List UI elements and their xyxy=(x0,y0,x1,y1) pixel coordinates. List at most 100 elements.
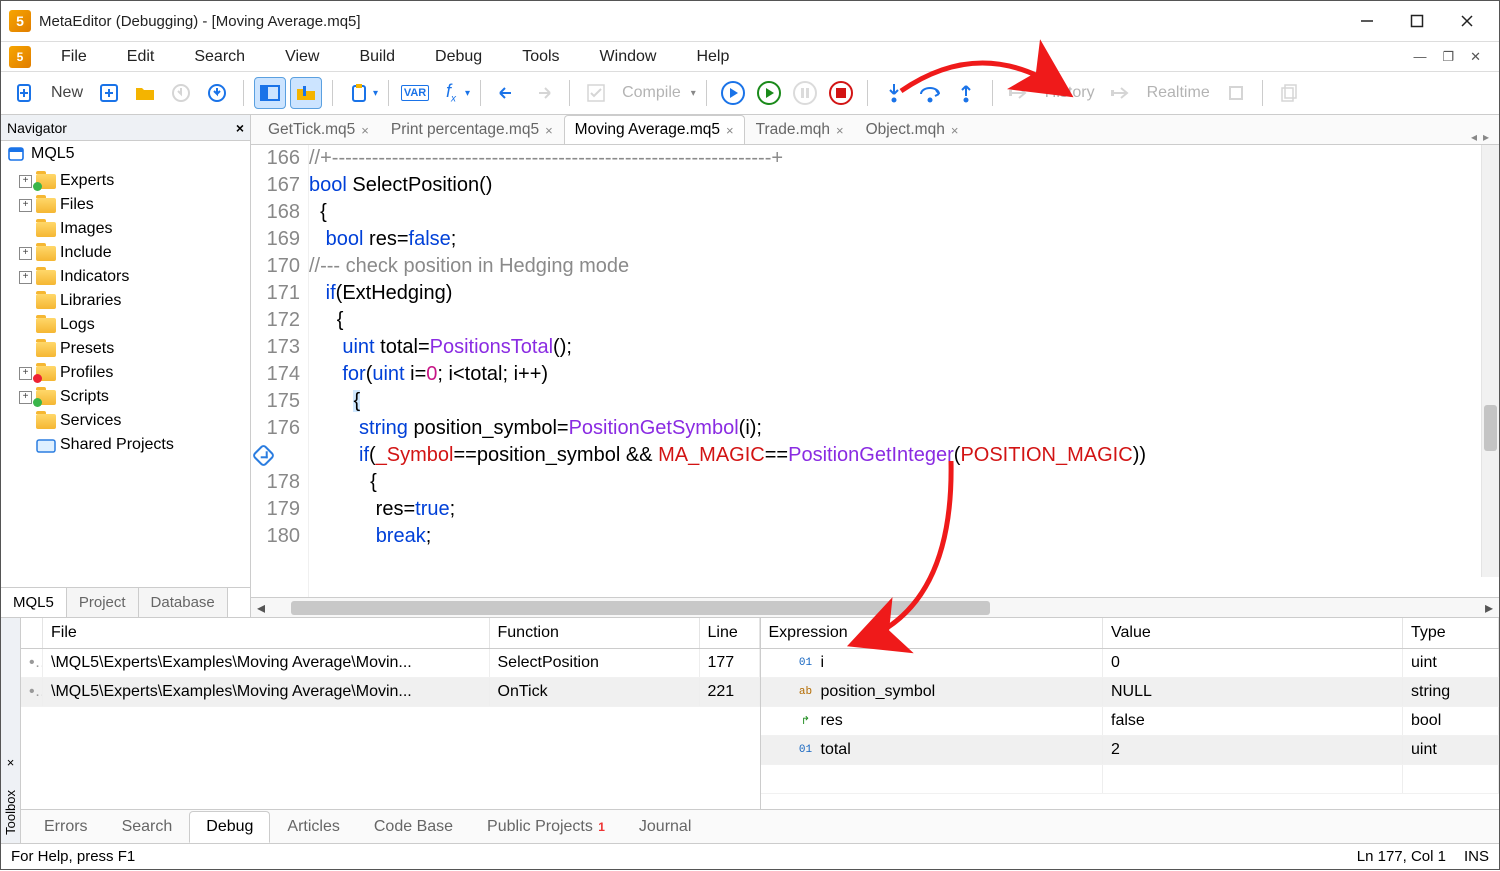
maximize-button[interactable] xyxy=(1405,9,1429,33)
menu-window[interactable]: Window xyxy=(580,44,677,69)
toolbox-close-button[interactable]: × xyxy=(7,751,15,774)
open-button[interactable] xyxy=(129,77,161,109)
mdi-close-button[interactable]: ✕ xyxy=(1466,47,1485,67)
status-help: For Help, press F1 xyxy=(11,848,135,865)
nav-item-files[interactable]: +Files xyxy=(1,193,250,217)
nav-item-libraries[interactable]: Libraries xyxy=(1,289,250,313)
nav-tab-project[interactable]: Project xyxy=(67,588,139,617)
mdi-minimize-button[interactable]: ― xyxy=(1409,47,1430,67)
menu-build[interactable]: Build xyxy=(339,44,415,69)
nav-item-services[interactable]: Services xyxy=(1,409,250,433)
status-position: Ln 177, Col 1 xyxy=(1357,848,1446,865)
doc-tab[interactable]: Moving Average.mq5× xyxy=(564,115,745,144)
nav-item-shared-projects[interactable]: Shared Projects xyxy=(1,433,250,457)
realtime-icon xyxy=(1105,77,1137,109)
navigator-panel: Navigator× MQL5 +Experts+FilesImages+Inc… xyxy=(1,115,251,617)
watch-row[interactable]: 01total2uint xyxy=(761,736,1500,765)
window-title: MetaEditor (Debugging) - [Moving Average… xyxy=(39,13,1355,30)
tab-scroll-left[interactable]: ◂ xyxy=(1471,130,1477,144)
new-label[interactable]: New xyxy=(45,80,89,106)
stop-profile-button xyxy=(1220,77,1252,109)
tab-close-icon[interactable]: × xyxy=(545,123,553,138)
watch-row[interactable]: 01i0uint xyxy=(761,649,1500,678)
status-bar: For Help, press F1 Ln 177, Col 1 INS xyxy=(1,843,1499,869)
debug-stop-button[interactable] xyxy=(825,77,857,109)
new-file-button[interactable] xyxy=(9,77,41,109)
toolbox-tab-code-base[interactable]: Code Base xyxy=(357,811,470,843)
toolbar: New ▾ VAR fx ▾ Compile ▾ History Realtim… xyxy=(1,71,1499,115)
minimize-button[interactable] xyxy=(1355,9,1379,33)
toggle-navigator-button[interactable] xyxy=(254,77,286,109)
horizontal-scrollbar[interactable]: ◂▸ xyxy=(251,597,1499,617)
debug-start-button[interactable] xyxy=(717,77,749,109)
tab-close-icon[interactable]: × xyxy=(726,123,734,138)
nav-item-include[interactable]: +Include xyxy=(1,241,250,265)
doc-tab[interactable]: Object.mqh× xyxy=(855,115,970,144)
doc-tab[interactable]: Print percentage.mq5× xyxy=(380,115,564,144)
menu-file[interactable]: File xyxy=(41,44,107,69)
save-all-button[interactable] xyxy=(201,77,233,109)
app-menu-icon: 5 xyxy=(9,46,31,68)
step-out-button[interactable] xyxy=(950,77,982,109)
step-over-button[interactable] xyxy=(914,77,946,109)
toolbox-tab-journal[interactable]: Journal xyxy=(622,811,708,843)
debug-resume-button[interactable] xyxy=(753,77,785,109)
toolbox-tab-public-projects[interactable]: Public Projects 1 xyxy=(470,811,622,843)
nav-tab-database[interactable]: Database xyxy=(139,588,228,617)
doc-tab[interactable]: GetTick.mq5× xyxy=(257,115,380,144)
menu-edit[interactable]: Edit xyxy=(107,44,175,69)
nav-item-presets[interactable]: Presets xyxy=(1,337,250,361)
menu-tools[interactable]: Tools xyxy=(502,44,579,69)
menu-debug[interactable]: Debug xyxy=(415,44,502,69)
tab-close-icon[interactable]: × xyxy=(951,123,959,138)
navigator-root[interactable]: MQL5 xyxy=(1,141,250,167)
breakpoint-icon[interactable] xyxy=(251,443,275,467)
history-label: History xyxy=(1039,80,1101,106)
toolbox-tab-search[interactable]: Search xyxy=(105,811,190,843)
watch-row[interactable]: abposition_symbolNULLstring xyxy=(761,678,1500,707)
vertical-scrollbar[interactable] xyxy=(1481,145,1499,577)
nav-item-indicators[interactable]: +Indicators xyxy=(1,265,250,289)
status-insert-mode: INS xyxy=(1464,848,1489,865)
variables-button[interactable]: VAR xyxy=(399,77,431,109)
menu-help[interactable]: Help xyxy=(676,44,749,69)
nav-back-button[interactable] xyxy=(491,77,523,109)
functions-button[interactable]: fx xyxy=(435,77,467,109)
compile-check-button xyxy=(580,77,612,109)
step-into-button[interactable] xyxy=(878,77,910,109)
nav-tab-mql5[interactable]: MQL5 xyxy=(1,588,67,617)
nav-item-profiles[interactable]: +Profiles xyxy=(1,361,250,385)
history-icon xyxy=(1003,77,1035,109)
watch-row[interactable]: ↱resfalsebool xyxy=(761,707,1500,736)
save-button xyxy=(165,77,197,109)
code-editor[interactable]: 1661671681691701711721731741751761781791… xyxy=(251,145,1499,597)
mdi-restore-button[interactable]: ❐ xyxy=(1438,47,1458,67)
navigator-close-button[interactable]: × xyxy=(236,120,244,136)
clipboard-button[interactable] xyxy=(343,77,375,109)
tab-close-icon[interactable]: × xyxy=(361,123,369,138)
realtime-label: Realtime xyxy=(1141,80,1216,106)
callstack-grid[interactable]: File Function Line •\MQL5\Experts\Exampl… xyxy=(21,618,761,809)
callstack-row[interactable]: •\MQL5\Experts\Examples\Moving Average\M… xyxy=(21,678,760,707)
document-tabs: GetTick.mq5×Print percentage.mq5×Moving … xyxy=(251,115,1499,145)
doc-tab[interactable]: Trade.mqh× xyxy=(745,115,855,144)
menu-view[interactable]: View xyxy=(265,44,339,69)
watch-grid[interactable]: Expression Value Type 01i0uintabposition… xyxy=(761,618,1500,809)
callstack-row[interactable]: •\MQL5\Experts\Examples\Moving Average\M… xyxy=(21,649,760,678)
nav-item-images[interactable]: Images xyxy=(1,217,250,241)
debug-pause-button xyxy=(789,77,821,109)
tab-close-icon[interactable]: × xyxy=(836,123,844,138)
toolbox-tab-articles[interactable]: Articles xyxy=(270,811,356,843)
toggle-toolbox-button[interactable] xyxy=(290,77,322,109)
toolbox-tab-debug[interactable]: Debug xyxy=(189,811,270,843)
nav-item-experts[interactable]: +Experts xyxy=(1,169,250,193)
nav-item-scripts[interactable]: +Scripts xyxy=(1,385,250,409)
toolbox-panel: × Toolbox File Function Line •\MQL5\Expe… xyxy=(1,617,1499,843)
nav-item-logs[interactable]: Logs xyxy=(1,313,250,337)
menu-search[interactable]: Search xyxy=(174,44,265,69)
toolbox-tab-errors[interactable]: Errors xyxy=(27,811,105,843)
close-button[interactable] xyxy=(1455,9,1479,33)
new-project-button[interactable] xyxy=(93,77,125,109)
toolbox-title: Toolbox xyxy=(3,774,18,843)
tab-scroll-right[interactable]: ▸ xyxy=(1483,130,1489,144)
